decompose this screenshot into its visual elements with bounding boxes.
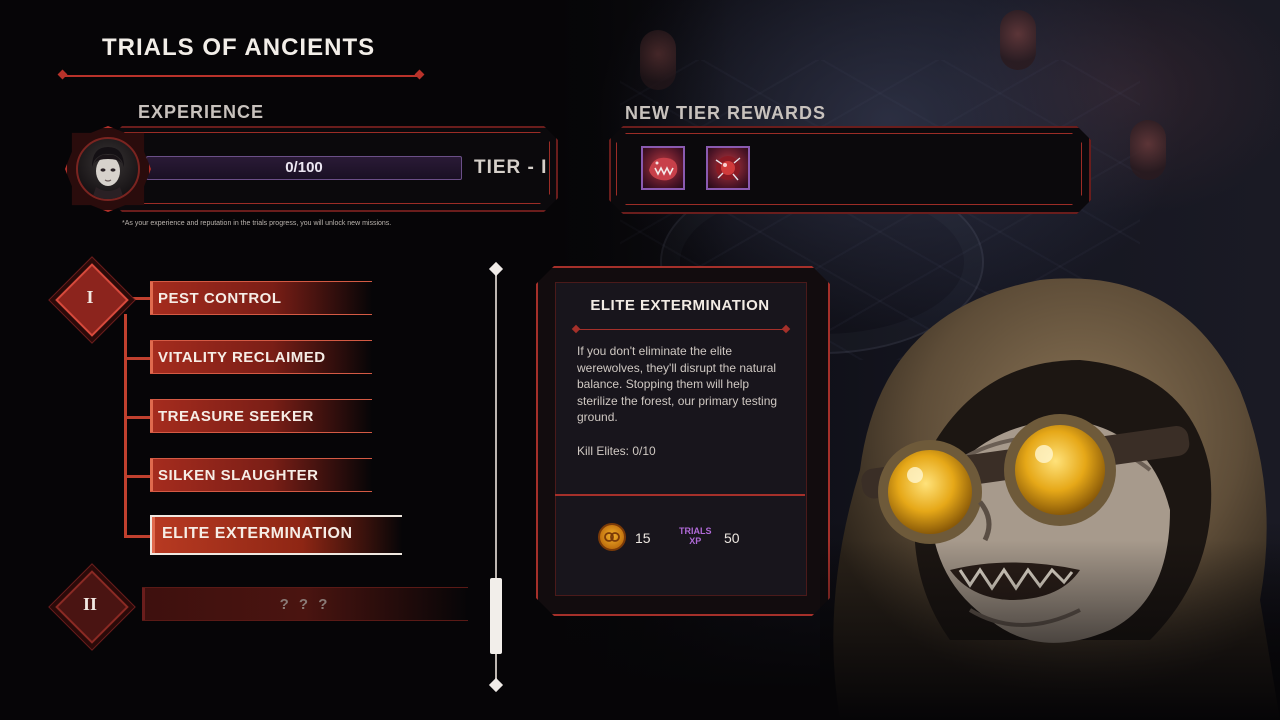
- tier-label: TIER - I: [474, 157, 548, 178]
- background-lamp: [1000, 10, 1036, 70]
- mission-label: TREASURE SEEKER: [158, 408, 314, 425]
- title-divider: [62, 75, 420, 77]
- mission-detail-divider: [575, 329, 787, 330]
- gold-coin-icon: [598, 523, 626, 551]
- page-title: TRIALS OF ANCIENTS: [102, 34, 376, 61]
- mission-vitality-reclaimed[interactable]: VITALITY RECLAIMED: [150, 340, 372, 374]
- mission-label: SILKEN SLAUGHTER: [158, 467, 319, 484]
- hooded-goggled-npc-icon: [820, 270, 1280, 720]
- mission-label: VITALITY RECLAIMED: [158, 349, 326, 366]
- experience-note: *As your experience and reputation in th…: [122, 220, 392, 227]
- background-lamp: [1130, 120, 1166, 180]
- mission-pest-control[interactable]: PEST CONTROL: [150, 281, 372, 315]
- mission-rewards-divider: [555, 494, 805, 496]
- experience-progress-bar: 0/100: [146, 156, 462, 180]
- tree-connector: [124, 475, 152, 478]
- mission-label: PEST CONTROL: [158, 290, 282, 307]
- mission-locked[interactable]: ? ? ?: [142, 587, 468, 621]
- scrollbar-thumb[interactable]: [490, 578, 502, 654]
- avatar: [76, 137, 140, 201]
- trials-xp-label-line1: TRIALS: [679, 526, 712, 536]
- rewards-heading: NEW TIER REWARDS: [625, 103, 827, 123]
- experience-heading: EXPERIENCE: [138, 102, 265, 122]
- tree-connector: [124, 416, 152, 419]
- mission-elite-extermination[interactable]: ELITE EXTERMINATION: [150, 515, 402, 555]
- mission-detail-description: If you don't eliminate the elite werewol…: [577, 344, 778, 424]
- pale-character-portrait-icon: [92, 147, 124, 199]
- mission-treasure-seeker[interactable]: TREASURE SEEKER: [150, 399, 372, 433]
- experience-progress-text: 0/100: [285, 159, 323, 176]
- rewards-panel-border: [616, 133, 1082, 205]
- reward-gold-value: 15: [635, 530, 651, 546]
- mission-label: ELITE EXTERMINATION: [162, 525, 353, 542]
- tree-connector: [124, 314, 127, 538]
- mission-silken-slaughter[interactable]: SILKEN SLAUGHTER: [150, 458, 372, 492]
- trials-xp-label-line2: XP: [689, 536, 702, 546]
- tree-connector: [124, 357, 152, 360]
- tier-1-numeral: I: [86, 287, 94, 307]
- tree-connector: [124, 535, 152, 538]
- tier-2-numeral: II: [82, 594, 97, 614]
- mission-label: ? ? ?: [279, 596, 331, 613]
- trials-xp-label: TRIALS XP: [679, 526, 712, 546]
- mission-objective: Kill Elites: 0/10: [577, 444, 656, 458]
- reward-xp-value: 50: [724, 530, 740, 546]
- crimson-orb-icon[interactable]: [706, 146, 750, 190]
- werewolf-maw-icon[interactable]: [641, 146, 685, 190]
- mission-detail-title: ELITE EXTERMINATION: [590, 297, 770, 314]
